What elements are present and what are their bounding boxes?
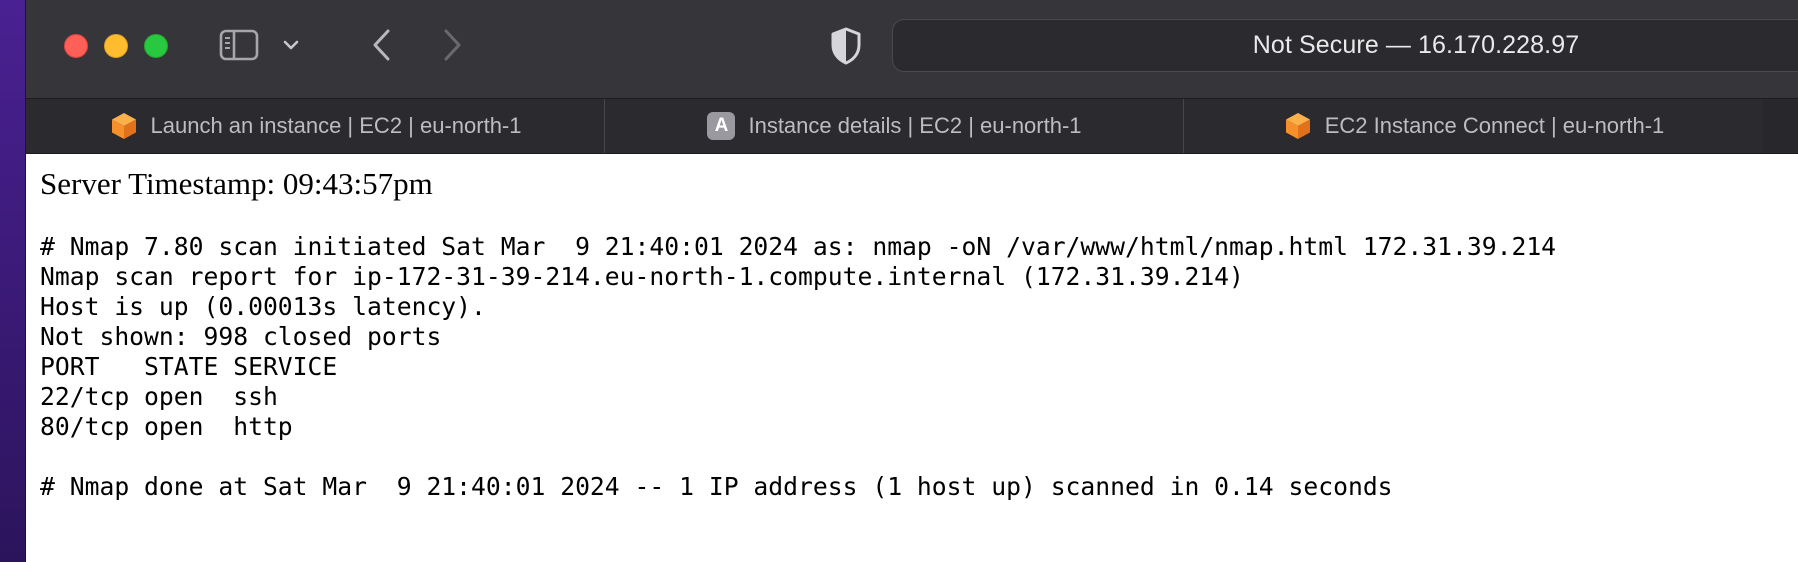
tab-launch-instance[interactable]: Launch an instance | EC2 | eu-north-1 [26, 99, 605, 153]
output-line: PORT STATE SERVICE [40, 352, 338, 381]
address-text: Not Secure — 16.170.228.97 [1252, 31, 1580, 59]
browser-window: Not Secure — 16.170.228.97 Launch an ins… [25, 0, 1798, 562]
output-line: # Nmap done at Sat Mar 9 21:40:01 2024 -… [40, 472, 1393, 501]
address-bar[interactable]: Not Secure — 16.170.228.97 [892, 19, 1798, 72]
chevron-down-icon[interactable] [279, 33, 303, 57]
favicon-letter: A [707, 112, 736, 140]
letter-a-icon: A [706, 111, 736, 141]
server-timestamp: Server Timestamp: 09:43:57pm [40, 166, 433, 201]
output-line: Not shown: 998 closed ports [40, 322, 442, 351]
sidebar-toggle-icon[interactable] [219, 28, 259, 62]
output-line: # Nmap 7.80 scan initiated Sat Mar 9 21:… [40, 232, 1557, 261]
title-bar: Not Secure — 16.170.228.97 [26, 0, 1798, 98]
privacy-shield-icon[interactable] [826, 24, 866, 68]
aws-cube-icon [109, 111, 139, 141]
tab-label: Launch an instance | EC2 | eu-north-1 [150, 113, 522, 138]
aws-cube-icon [1283, 111, 1313, 141]
output-line: Nmap scan report for ip-172-31-39-214.eu… [40, 262, 1244, 291]
zoom-window-button[interactable] [144, 34, 168, 58]
tab-bar: Launch an instance | EC2 | eu-north-1 A … [26, 98, 1798, 154]
nmap-output: # Nmap 7.80 scan initiated Sat Mar 9 21:… [40, 232, 1556, 502]
tab-instance-details[interactable]: A Instance details | EC2 | eu-north-1 [605, 99, 1184, 153]
close-window-button[interactable] [64, 34, 88, 58]
output-line: Host is up (0.00013s latency). [40, 292, 486, 321]
tab-label: Instance details | EC2 | eu-north-1 [748, 113, 1082, 138]
tab-instance-connect[interactable]: EC2 Instance Connect | eu-north-1 [1184, 99, 1763, 153]
minimize-window-button[interactable] [104, 34, 128, 58]
forward-arrow-icon[interactable] [434, 26, 470, 64]
output-line: 80/tcp open http [40, 412, 293, 441]
page-content: Server Timestamp: 09:43:57pm # Nmap 7.80… [26, 154, 1798, 562]
tab-label: EC2 Instance Connect | eu-north-1 [1324, 113, 1665, 138]
output-line: 22/tcp open ssh [40, 382, 278, 411]
back-arrow-icon[interactable] [364, 26, 400, 64]
